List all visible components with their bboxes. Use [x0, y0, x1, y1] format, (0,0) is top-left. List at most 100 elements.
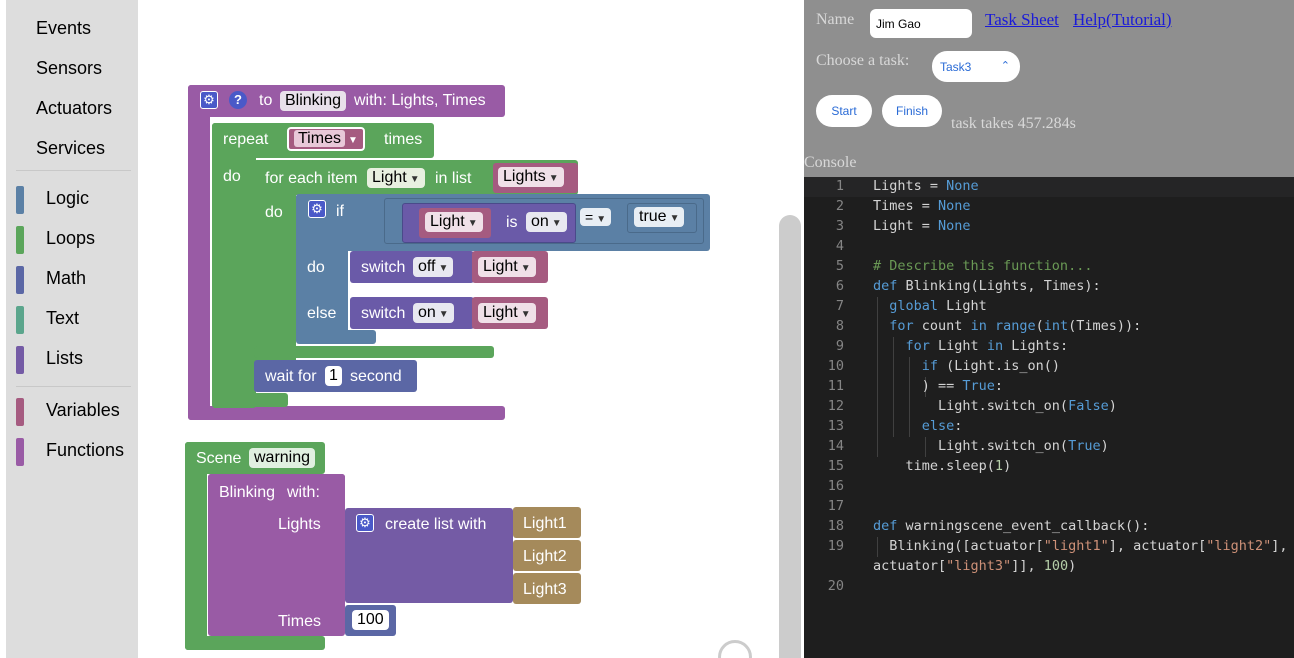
code-line: ) == True:: [873, 378, 1004, 394]
gear-icon[interactable]: ⚙: [356, 514, 374, 532]
times-value-field[interactable]: 100: [352, 610, 389, 630]
line-number: 17: [827, 498, 844, 514]
light-variable-dropdown[interactable]: Light ▼: [478, 303, 536, 323]
code-line: Blinking([actuator["light1"], actuator["…: [873, 538, 1288, 554]
name-label: Name: [816, 11, 855, 28]
line-number: 2: [835, 198, 844, 214]
toolbox-category-services[interactable]: Services: [36, 138, 105, 159]
start-button[interactable]: Start: [816, 95, 872, 127]
code-line: global Light: [889, 298, 987, 314]
toolbox-category-logic[interactable]: Logic: [16, 184, 131, 216]
category-label: Logic: [46, 188, 90, 208]
toolbox-category-sensors[interactable]: Sensors: [36, 58, 102, 79]
workspace-scrollbar[interactable]: [779, 215, 801, 658]
dropdown-arrow-icon: ▼: [669, 213, 680, 224]
toolbox-category-events[interactable]: Events: [36, 18, 91, 39]
boolean-dropdown[interactable]: true ▼: [634, 207, 685, 227]
toolbox: Events Sensors Actuators Services Logic …: [6, 0, 138, 658]
repeat-label: repeat: [223, 131, 269, 148]
gear-icon[interactable]: ⚙: [308, 200, 326, 218]
toolbox-category-lists[interactable]: Lists: [16, 344, 131, 376]
code-line: actuator["light3"]], 100): [873, 558, 1077, 574]
state-dropdown[interactable]: on ▼: [526, 212, 567, 232]
function-params-label: with: Lights, Times: [354, 92, 486, 109]
foreach-body-left: [254, 160, 296, 365]
dropdown-arrow-icon: ▼: [438, 309, 449, 320]
switch-state-dropdown[interactable]: off ▼: [413, 257, 454, 277]
variable-name: Light: [483, 304, 518, 321]
repeat-footer: [212, 393, 288, 407]
toolbox-category-loops[interactable]: Loops: [16, 224, 131, 256]
app-root: Events Sensors Actuators Services Logic …: [0, 0, 1294, 658]
function-to-label: to: [259, 92, 273, 109]
scene-name-field[interactable]: warning: [249, 448, 316, 468]
dropdown-arrow-icon: ▼: [520, 309, 531, 320]
foreach-footer: [254, 346, 494, 358]
help-tutorial-link[interactable]: Help(Tutorial): [1073, 10, 1172, 30]
line-number: 5: [835, 258, 844, 274]
switch-label: switch: [361, 259, 406, 276]
repeat-body-left: [212, 123, 256, 408]
variable-name: Lights: [503, 168, 546, 185]
category-color-bar: [16, 306, 24, 334]
line-number: 8: [835, 318, 844, 334]
task-time-label: task takes 457.284s: [951, 115, 1076, 132]
do-label: do: [265, 204, 283, 221]
light-variable-dropdown[interactable]: Light ▼: [425, 212, 483, 232]
code-line: if (Light.is_on(): [921, 358, 1060, 374]
name-input[interactable]: Jim Gao: [870, 9, 972, 38]
help-icon[interactable]: ?: [229, 91, 247, 109]
line-number: 7: [835, 298, 844, 314]
do-label: do: [307, 259, 325, 276]
toolbox-category-variables[interactable]: Variables: [16, 396, 131, 428]
toolbox-category-actuators[interactable]: Actuators: [36, 98, 112, 119]
light1-label: Light1: [523, 515, 567, 532]
operator-dropdown[interactable]: = ▼: [580, 208, 612, 226]
line-number: 13: [827, 418, 844, 434]
line-number: 14: [827, 438, 844, 454]
state-value: off: [418, 258, 436, 275]
dropdown-arrow-icon: ▼: [548, 173, 559, 184]
item-variable-dropdown[interactable]: Light ▼: [367, 168, 425, 188]
category-label: Functions: [46, 440, 125, 460]
times-variable-dropdown[interactable]: Times ▼: [287, 127, 365, 151]
category-label: Text: [46, 308, 80, 328]
console-editor[interactable]: 1 2 3 4 5 6 7 8 9 10 11 12 13 14 15 16 1…: [804, 177, 1294, 658]
task-select-value: Task3: [940, 60, 972, 74]
line-number: 19: [827, 538, 844, 554]
toolbox-category-functions[interactable]: Functions: [16, 436, 131, 468]
argument-times-label: Times: [278, 613, 321, 630]
code-line: Light = None: [873, 218, 971, 234]
function-name-field[interactable]: Blinking: [280, 91, 347, 111]
chevron-updown-icon: ⌃: [1000, 60, 1010, 72]
category-color-bar: [16, 438, 24, 466]
light-variable-dropdown[interactable]: Light ▼: [478, 257, 536, 277]
category-color-bar: [16, 226, 24, 254]
gear-icon[interactable]: ⚙: [200, 91, 218, 109]
category-color-bar: [16, 186, 24, 214]
code-line: # Describe this function...: [873, 258, 1093, 274]
variable-name: Times: [294, 130, 345, 147]
task-select[interactable]: Task3 ⌃: [932, 51, 1020, 82]
switch-state-dropdown[interactable]: on ▼: [413, 303, 454, 323]
times-label: times: [384, 131, 423, 148]
lights-variable-dropdown[interactable]: Lights ▼: [498, 167, 564, 187]
category-label: Variables: [46, 400, 120, 420]
task-sheet-link[interactable]: Task Sheet: [985, 10, 1059, 30]
operator-value: =: [585, 209, 594, 225]
variable-name: Light: [372, 169, 407, 186]
function-call-name: Blinking: [219, 484, 276, 501]
toolbox-separator: [16, 386, 131, 387]
code-line: for Light in Lights:: [905, 338, 1069, 354]
finish-button[interactable]: Finish: [882, 95, 942, 127]
toolbox-separator: [16, 170, 131, 171]
toolbox-category-math[interactable]: Math: [16, 264, 131, 296]
foreach-label: for each item: [265, 170, 358, 187]
wait-value-field[interactable]: 1: [325, 366, 342, 386]
function-call-with: with:: [287, 484, 320, 501]
code-line: for count in range(int(Times)):: [889, 318, 1142, 334]
toolbox-category-text[interactable]: Text: [16, 304, 131, 336]
line-number: 18: [827, 518, 844, 534]
line-number: 1: [835, 178, 844, 194]
argument-lights-label: Lights: [278, 516, 321, 533]
